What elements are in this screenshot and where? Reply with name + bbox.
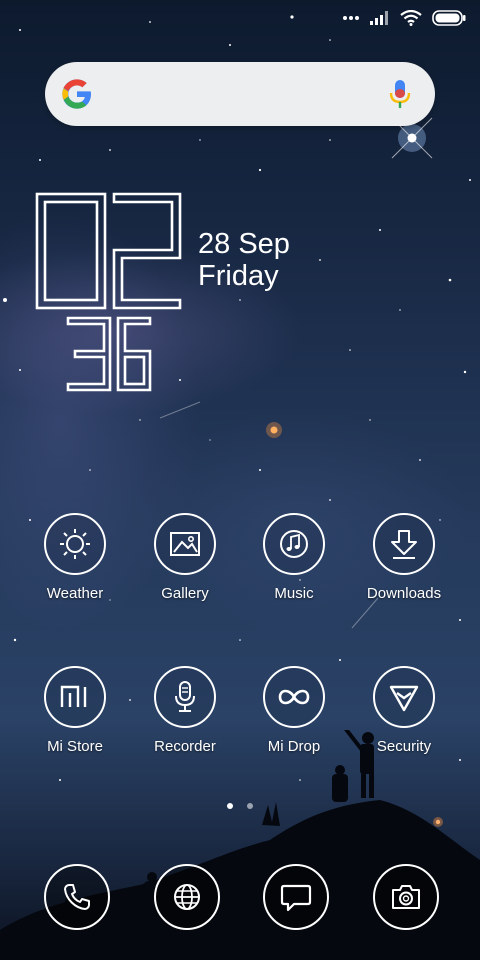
app-music[interactable]: Music [239, 513, 349, 602]
battery-icon [432, 10, 466, 26]
signal-icon [370, 11, 388, 25]
page-indicator [0, 803, 480, 809]
mi-drop-icon [278, 689, 310, 705]
camera-icon [392, 885, 420, 909]
google-search-bar[interactable] [45, 62, 435, 126]
app-label: Weather [46, 585, 104, 602]
date-display: 28 Sep Friday [198, 228, 290, 292]
phone-icon [64, 884, 90, 910]
app-label: Security [376, 738, 432, 755]
dock-phone[interactable] [44, 864, 110, 930]
app-label: Downloads [366, 585, 442, 602]
date-weekday: Friday [198, 260, 279, 292]
dock-camera[interactable] [373, 864, 439, 930]
date-day: 28 Sep [198, 228, 290, 260]
wifi-icon [400, 10, 422, 26]
app-label: Mi Store [47, 738, 103, 755]
mi-store-icon [60, 685, 87, 707]
app-mi-store[interactable]: Mi Store [20, 666, 130, 755]
mic-icon[interactable] [389, 79, 411, 109]
browser-icon [174, 884, 200, 910]
messages-icon [280, 884, 312, 912]
google-logo-icon [62, 79, 91, 109]
dock-browser[interactable] [154, 864, 220, 930]
page-dot-active [227, 803, 233, 809]
weather-icon [60, 529, 90, 559]
security-icon [389, 685, 419, 712]
app-label: Music [274, 585, 314, 602]
app-label: Gallery [161, 585, 209, 602]
search-input[interactable] [109, 76, 371, 114]
app-weather[interactable]: Weather [20, 513, 130, 602]
page-dot [247, 803, 253, 809]
status-bar [342, 8, 466, 28]
app-label: Mi Drop [267, 738, 321, 755]
music-icon [280, 530, 308, 558]
recorder-icon [175, 681, 195, 712]
app-gallery[interactable]: Gallery [130, 513, 240, 602]
clock-widget[interactable] [30, 186, 190, 396]
downloads-icon [391, 530, 417, 559]
app-security[interactable]: Security [349, 666, 459, 755]
gallery-icon [170, 532, 200, 556]
app-mi-drop[interactable]: Mi Drop [239, 666, 349, 755]
app-downloads[interactable]: Downloads [349, 513, 459, 602]
more-dots-icon [343, 16, 359, 20]
app-recorder[interactable]: Recorder [130, 666, 240, 755]
dock-messages[interactable] [263, 864, 329, 930]
app-label: Recorder [154, 738, 216, 755]
